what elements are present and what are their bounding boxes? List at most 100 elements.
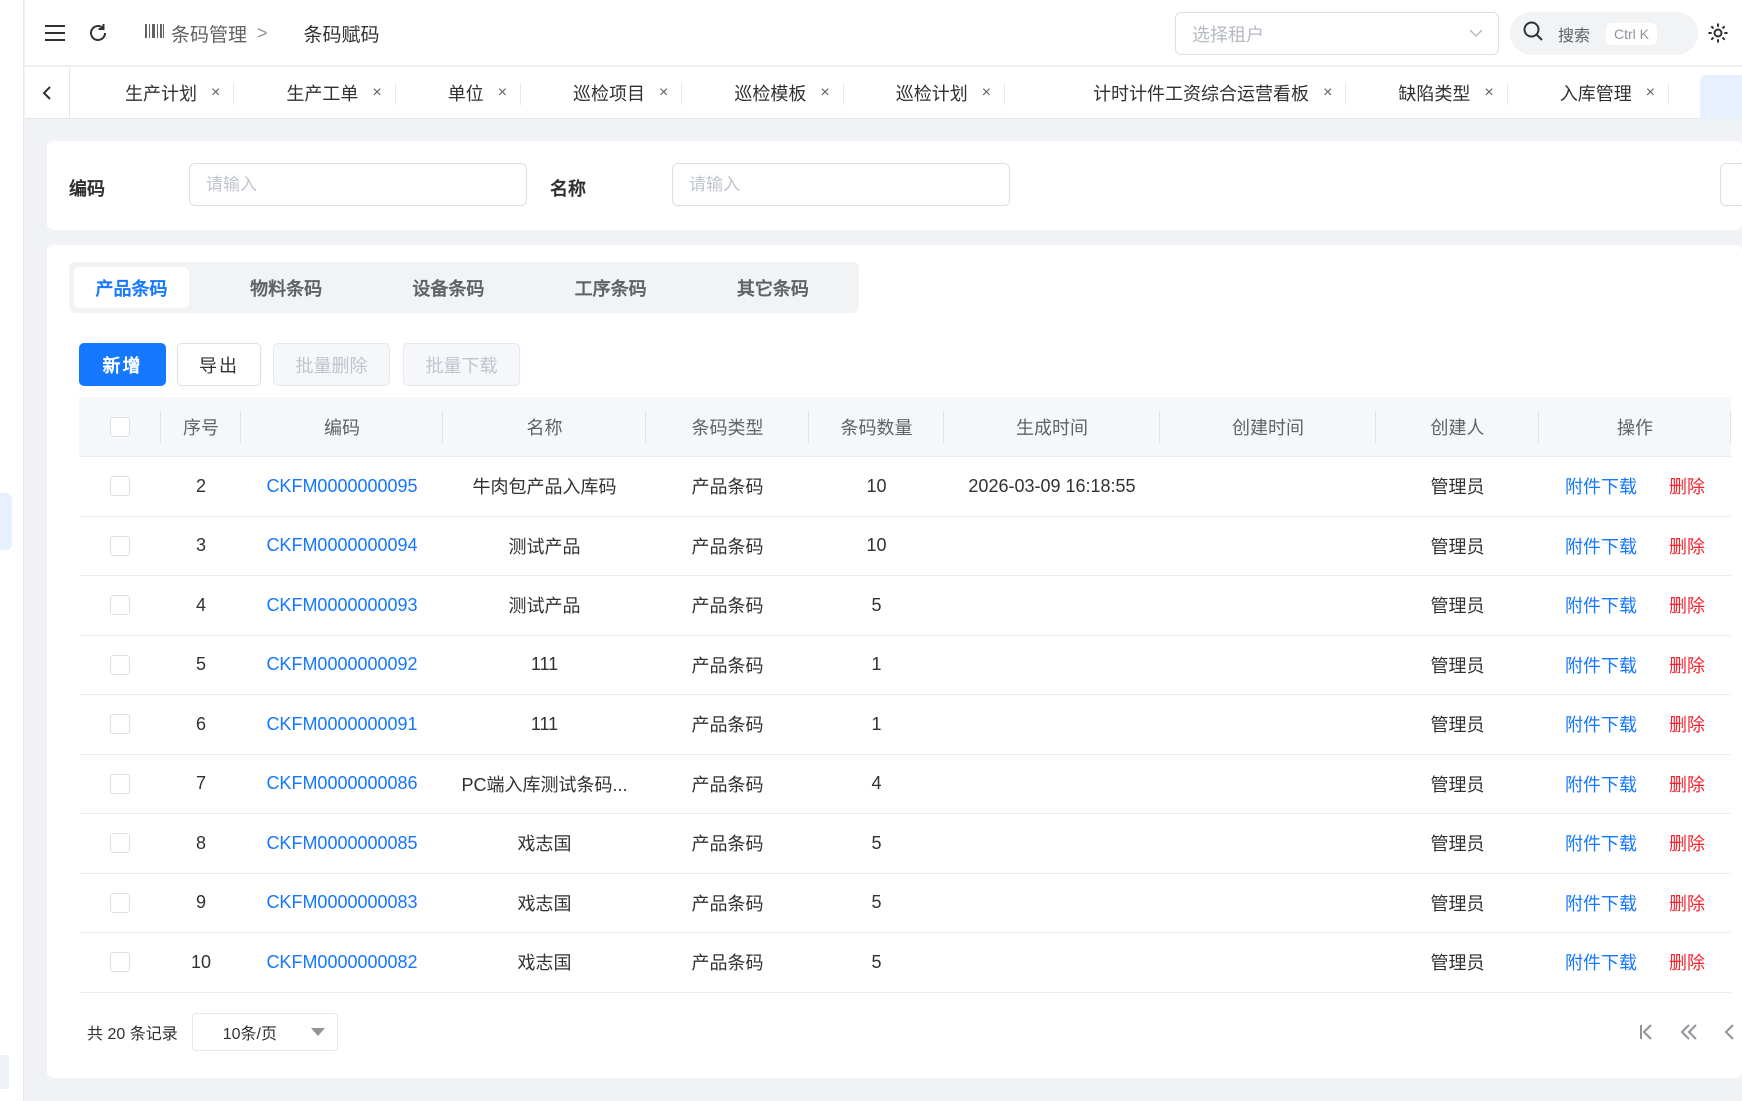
- breadcrumb-current: 条码赋码: [303, 25, 380, 46]
- delete-link[interactable]: 删除: [1669, 949, 1705, 975]
- download-attachment-link[interactable]: 附件下载: [1565, 890, 1637, 916]
- tab-warehouse-in[interactable]: 入库管理 ×: [1508, 67, 1670, 119]
- row-select-cell: [79, 833, 161, 854]
- row-name: 戏志国: [517, 834, 572, 855]
- breadcrumb-item-barcode-mgmt[interactable]: 条码管理: [145, 20, 247, 47]
- close-icon[interactable]: ×: [211, 84, 220, 102]
- code-filter-input[interactable]: [189, 163, 527, 206]
- row-index: 3: [195, 535, 206, 556]
- tab-inspection-item[interactable]: 巡检项目 ×: [521, 67, 683, 119]
- export-button[interactable]: 导出: [177, 343, 261, 386]
- delete-link[interactable]: 删除: [1669, 473, 1705, 499]
- table-header: 序号 编码 名称 条码类型 条码数量 生成时间 创建时间 创建人 操作: [79, 397, 1731, 457]
- tabs-scroll-left-button[interactable]: [25, 67, 70, 119]
- close-icon[interactable]: ×: [372, 84, 381, 102]
- close-icon[interactable]: ×: [982, 84, 991, 102]
- select-all-checkbox[interactable]: [110, 416, 130, 437]
- close-icon[interactable]: ×: [1484, 84, 1493, 102]
- name-filter-input[interactable]: [672, 163, 1010, 206]
- tab-inspection-plan[interactable]: 巡检计划 ×: [844, 67, 1006, 119]
- sidebar-active-indicator[interactable]: [0, 493, 12, 550]
- row-checkbox[interactable]: [110, 892, 130, 913]
- row-code-link[interactable]: CKFM0000000092: [266, 654, 417, 675]
- row-checkbox[interactable]: [110, 773, 130, 794]
- row-checkbox[interactable]: [110, 535, 130, 556]
- row-type: 产品条码: [691, 655, 764, 676]
- download-attachment-link[interactable]: 附件下载: [1565, 949, 1637, 975]
- filter-action-button[interactable]: [1720, 163, 1742, 206]
- global-search[interactable]: 搜索 Ctrl K: [1510, 12, 1698, 55]
- download-attachment-link[interactable]: 附件下载: [1565, 533, 1637, 559]
- row-type: 产品条码: [691, 536, 764, 557]
- download-attachment-link[interactable]: 附件下载: [1565, 711, 1637, 737]
- download-attachment-link[interactable]: 附件下载: [1565, 473, 1637, 499]
- row-code-link[interactable]: CKFM0000000086: [266, 773, 417, 794]
- page-size-select[interactable]: 10条/页: [191, 1013, 338, 1051]
- delete-link[interactable]: 删除: [1669, 592, 1705, 618]
- row-index: 10: [190, 951, 212, 972]
- tab-process-barcode[interactable]: 工序条码: [530, 267, 692, 308]
- download-attachment-link[interactable]: 附件下载: [1565, 771, 1637, 797]
- add-button[interactable]: 新增: [79, 343, 166, 386]
- row-quantity: 4: [871, 773, 882, 794]
- row-code-link[interactable]: CKFM0000000094: [266, 535, 417, 556]
- row-checkbox[interactable]: [110, 714, 130, 735]
- tab-defect-type[interactable]: 缺陷类型 ×: [1346, 67, 1509, 119]
- tab-active-partial[interactable]: [1700, 75, 1742, 119]
- row-code-link[interactable]: CKFM0000000095: [266, 476, 417, 497]
- name-filter-label: 名称: [550, 179, 586, 199]
- row-select-cell: [79, 654, 161, 675]
- tab-equipment-barcode[interactable]: 设备条码: [367, 267, 529, 308]
- row-checkbox[interactable]: [110, 654, 130, 675]
- download-attachment-link[interactable]: 附件下载: [1565, 592, 1637, 618]
- delete-link[interactable]: 删除: [1669, 652, 1705, 678]
- menu-icon[interactable]: [43, 21, 67, 45]
- row-code-link[interactable]: CKFM0000000091: [266, 714, 417, 735]
- tab-other-barcode[interactable]: 其它条码: [692, 267, 854, 308]
- row-checkbox[interactable]: [110, 952, 130, 973]
- prev-page-icon[interactable]: [1719, 1020, 1739, 1044]
- tab-unit[interactable]: 单位 ×: [396, 67, 522, 119]
- total-records: 共 20 条记录: [87, 1026, 178, 1043]
- row-name: 测试产品: [508, 596, 581, 617]
- sidebar-bottom-handle[interactable]: [0, 1055, 9, 1089]
- refresh-icon[interactable]: [85, 20, 111, 46]
- tab-production-plan[interactable]: 生产计划 ×: [70, 67, 235, 119]
- row-code-link[interactable]: CKFM0000000083: [266, 892, 417, 913]
- tab-inspection-template[interactable]: 巡检模板 ×: [682, 67, 845, 119]
- row-checkbox[interactable]: [110, 833, 130, 854]
- row-code-link[interactable]: CKFM0000000082: [266, 952, 417, 973]
- tab-wage-dashboard[interactable]: 计时计件工资综合运营看板 ×: [1005, 67, 1347, 119]
- close-icon[interactable]: ×: [1323, 84, 1332, 102]
- delete-link[interactable]: 删除: [1669, 711, 1705, 737]
- row-actions: 附件下载 删除: [1539, 830, 1731, 856]
- batch-download-button[interactable]: 批量下载: [403, 343, 520, 386]
- delete-link[interactable]: 删除: [1669, 830, 1705, 856]
- close-icon[interactable]: ×: [820, 84, 829, 102]
- close-icon[interactable]: ×: [1646, 84, 1655, 102]
- row-checkbox[interactable]: [110, 595, 130, 616]
- breadcrumb-label: 条码管理: [171, 25, 248, 46]
- delete-link[interactable]: 删除: [1669, 533, 1705, 559]
- tab-material-barcode[interactable]: 物料条码: [205, 267, 367, 308]
- download-attachment-link[interactable]: 附件下载: [1565, 830, 1637, 856]
- row-index: 9: [195, 892, 206, 913]
- tab-production-order[interactable]: 生产工单 ×: [234, 67, 397, 119]
- close-icon[interactable]: ×: [498, 84, 507, 102]
- row-code-link[interactable]: CKFM0000000093: [266, 595, 417, 616]
- row-creator: 管理员: [1430, 834, 1485, 855]
- first-page-icon[interactable]: [1634, 1020, 1658, 1044]
- delete-link[interactable]: 删除: [1669, 771, 1705, 797]
- batch-delete-button[interactable]: 批量删除: [273, 343, 390, 386]
- tenant-select[interactable]: 选择租户: [1175, 12, 1499, 55]
- tab-product-barcode[interactable]: 产品条码: [74, 267, 190, 308]
- sidebar-collapsed: [0, 0, 24, 1101]
- download-attachment-link[interactable]: 附件下载: [1565, 652, 1637, 678]
- gear-icon[interactable]: [1705, 20, 1731, 46]
- close-icon[interactable]: ×: [659, 84, 668, 102]
- delete-link[interactable]: 删除: [1669, 890, 1705, 916]
- table-row: 6 CKFM0000000091 111 产品条码 1 管理员 附件下载 删除: [79, 695, 1731, 755]
- row-code-link[interactable]: CKFM0000000085: [266, 833, 417, 854]
- row-checkbox[interactable]: [110, 476, 130, 497]
- prev-jump-icon[interactable]: [1677, 1020, 1701, 1044]
